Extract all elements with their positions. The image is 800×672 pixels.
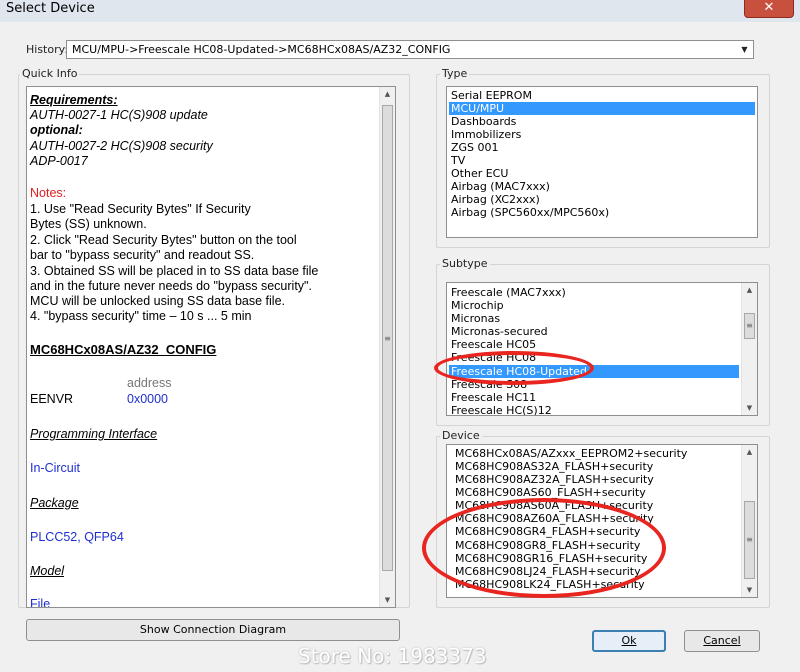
- cancel-label: Cancel: [703, 634, 741, 647]
- subtype-item[interactable]: Freescale HC11: [449, 391, 739, 404]
- subtype-item[interactable]: Micronas-secured: [449, 325, 739, 338]
- note-line: and in the future never needs do "bypass…: [30, 279, 312, 293]
- subtype-scrollbar[interactable]: ▲ ≡ ▼: [741, 283, 757, 415]
- note-line: 3. Obtained SS will be placed in to SS d…: [30, 264, 319, 278]
- type-item[interactable]: Dashboards: [449, 115, 755, 128]
- config-name: MC68HCx08AS/AZ32_CONFIG: [30, 342, 217, 357]
- history-dropdown[interactable]: MCU/MPU->Freescale HC08-Updated->MC68HCx…: [66, 40, 754, 59]
- close-button[interactable]: ✕: [744, 0, 794, 18]
- type-item[interactable]: Airbag (MAC7xxx): [449, 180, 755, 193]
- optional-title: optional:: [30, 123, 83, 137]
- annotation-circle-subtype: [434, 351, 594, 385]
- device-scrollbar[interactable]: ▲ ≡ ▼: [741, 445, 757, 597]
- type-item[interactable]: Airbag (XC2xxx): [449, 193, 755, 206]
- history-value: MCU/MPU->Freescale HC08-Updated->MC68HCx…: [72, 43, 451, 56]
- device-item[interactable]: MC68HC908AS32A_FLASH+security: [453, 460, 739, 473]
- register-name: EENVR: [30, 392, 74, 406]
- subtype-item[interactable]: Micronas: [449, 312, 739, 325]
- requirement-line: AUTH-0027-1 HC(S)908 update: [30, 108, 208, 122]
- address-header: address: [127, 376, 172, 390]
- quick-info-label: Quick Info: [20, 67, 80, 80]
- register-address: 0x0000: [127, 392, 169, 406]
- optional-line: ADP-0017: [30, 154, 88, 168]
- scroll-up-icon[interactable]: ▲: [742, 283, 757, 297]
- subtype-item[interactable]: Freescale HC05: [449, 338, 739, 351]
- store-watermark: Store No: 1983373: [298, 644, 487, 668]
- chevron-down-icon[interactable]: ▼: [736, 41, 753, 58]
- scroll-down-icon[interactable]: ▼: [742, 583, 757, 597]
- grip-icon: ≡: [746, 321, 753, 330]
- note-line: Bytes (SS) unknown.: [30, 217, 147, 231]
- package-title: Package: [30, 496, 79, 510]
- scroll-down-icon[interactable]: ▼: [380, 593, 395, 607]
- ok-label: Ok: [621, 634, 637, 647]
- scroll-thumb[interactable]: ≡: [744, 501, 755, 579]
- package-value: PLCC52, QFP64: [30, 530, 124, 544]
- scroll-up-icon[interactable]: ▲: [380, 87, 395, 101]
- device-label: Device: [440, 429, 482, 442]
- grip-icon: ≡: [384, 334, 391, 343]
- ok-button[interactable]: Ok: [592, 630, 666, 652]
- quick-info-scrollbar[interactable]: ▲ ≡ ▼: [379, 87, 395, 607]
- note-line: MCU will be unlocked using SS data base …: [30, 294, 285, 308]
- grip-icon: ≡: [746, 535, 753, 544]
- title-bar: Select Device ✕: [0, 0, 800, 22]
- subtype-label: Subtype: [440, 257, 490, 270]
- type-label: Type: [440, 67, 470, 80]
- type-item[interactable]: Serial EEPROM: [449, 89, 755, 102]
- note-line: bar to "bypass security" and readout SS.: [30, 248, 255, 262]
- quick-info-panel[interactable]: Requirements: AUTH-0027-1 HC(S)908 updat…: [26, 86, 396, 608]
- history-label: History:: [26, 43, 69, 56]
- subtype-item[interactable]: Freescale HC(S)12: [449, 404, 739, 415]
- annotation-circle-devices: [422, 498, 666, 598]
- device-item[interactable]: MC68HC908AS60_FLASH+security: [453, 486, 739, 499]
- model-title: Model: [30, 564, 65, 578]
- scroll-up-icon[interactable]: ▲: [742, 445, 757, 459]
- type-item-selected[interactable]: MCU/MPU: [449, 102, 755, 115]
- optional-line: AUTH-0027-2 HC(S)908 security: [30, 139, 213, 153]
- cancel-button[interactable]: Cancel: [684, 630, 760, 652]
- note-line: 1. Use "Read Security Bytes" If Security: [30, 202, 251, 216]
- note-line: 4. "bypass security" time – 10 s ... 5 m…: [30, 309, 252, 323]
- type-item[interactable]: TV: [449, 154, 755, 167]
- type-item[interactable]: Airbag (SPC560xx/MPC560x): [449, 206, 755, 219]
- notes-title: Notes:: [30, 186, 67, 200]
- device-item[interactable]: MC68HC908AZ32A_FLASH+security: [453, 473, 739, 486]
- type-item[interactable]: Other ECU: [449, 167, 755, 180]
- subtype-item[interactable]: Microchip: [449, 299, 739, 312]
- note-line: 2. Click "Read Security Bytes" button on…: [30, 233, 297, 247]
- device-item[interactable]: MC68HCx08AS/AZxxx_EEPROM2+security: [453, 447, 739, 460]
- subtype-list[interactable]: Freescale (MAC7xxx) Microchip Micronas M…: [446, 282, 758, 416]
- scroll-thumb[interactable]: ≡: [744, 313, 755, 339]
- subtype-item[interactable]: Freescale (MAC7xxx): [449, 286, 739, 299]
- scroll-down-icon[interactable]: ▼: [742, 401, 757, 415]
- type-list[interactable]: Serial EEPROM MCU/MPU Dashboards Immobil…: [446, 86, 758, 238]
- type-item[interactable]: ZGS 001: [449, 141, 755, 154]
- file-title: File: [30, 597, 51, 608]
- programming-interface-value: In-Circuit: [30, 461, 81, 475]
- type-item[interactable]: Immobilizers: [449, 128, 755, 141]
- show-connection-diagram-button[interactable]: Show Connection Diagram: [26, 619, 400, 641]
- requirements-title: Requirements:: [30, 93, 118, 107]
- close-icon: ✕: [763, 0, 775, 15]
- window-title: Select Device: [6, 1, 95, 16]
- programming-interface-title: Programming Interface: [30, 427, 158, 441]
- scroll-thumb[interactable]: ≡: [382, 105, 393, 571]
